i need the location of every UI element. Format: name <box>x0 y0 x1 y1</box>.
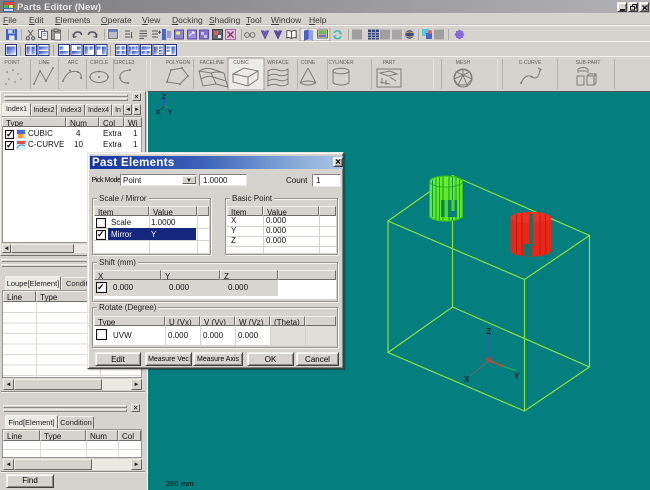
svg-text:CUBIC: CUBIC <box>233 60 249 66</box>
svg-text:CIRCLE3: CIRCLE3 <box>113 60 134 66</box>
svg-text:POLYGON: POLYGON <box>166 60 191 66</box>
svg-text:CYLINDER: CYLINDER <box>328 60 354 66</box>
svg-text:POINT: POINT <box>4 60 19 66</box>
svg-text:ARC: ARC <box>68 60 79 66</box>
svg-text:Z: Z <box>486 327 491 336</box>
svg-text:Y: Y <box>514 372 520 381</box>
svg-text:FACELINE: FACELINE <box>200 60 225 66</box>
svg-text:WRFACE: WRFACE <box>267 60 289 66</box>
svg-text:LINE: LINE <box>38 60 50 66</box>
svg-text:SUB-PART: SUB-PART <box>576 60 601 66</box>
svg-text:C-CURVE: C-CURVE <box>519 60 542 66</box>
svg-text:PART: PART <box>383 60 396 66</box>
svg-text:CIRCLE: CIRCLE <box>90 60 109 66</box>
svg-text:Z: Z <box>162 92 167 101</box>
svg-text:200 mm: 200 mm <box>166 479 194 488</box>
svg-text:X: X <box>464 375 470 384</box>
svg-text:MESH: MESH <box>456 60 471 66</box>
svg-text:CONE: CONE <box>301 60 316 66</box>
svg-text:X: X <box>156 108 161 117</box>
svg-text:Y: Y <box>168 108 173 117</box>
